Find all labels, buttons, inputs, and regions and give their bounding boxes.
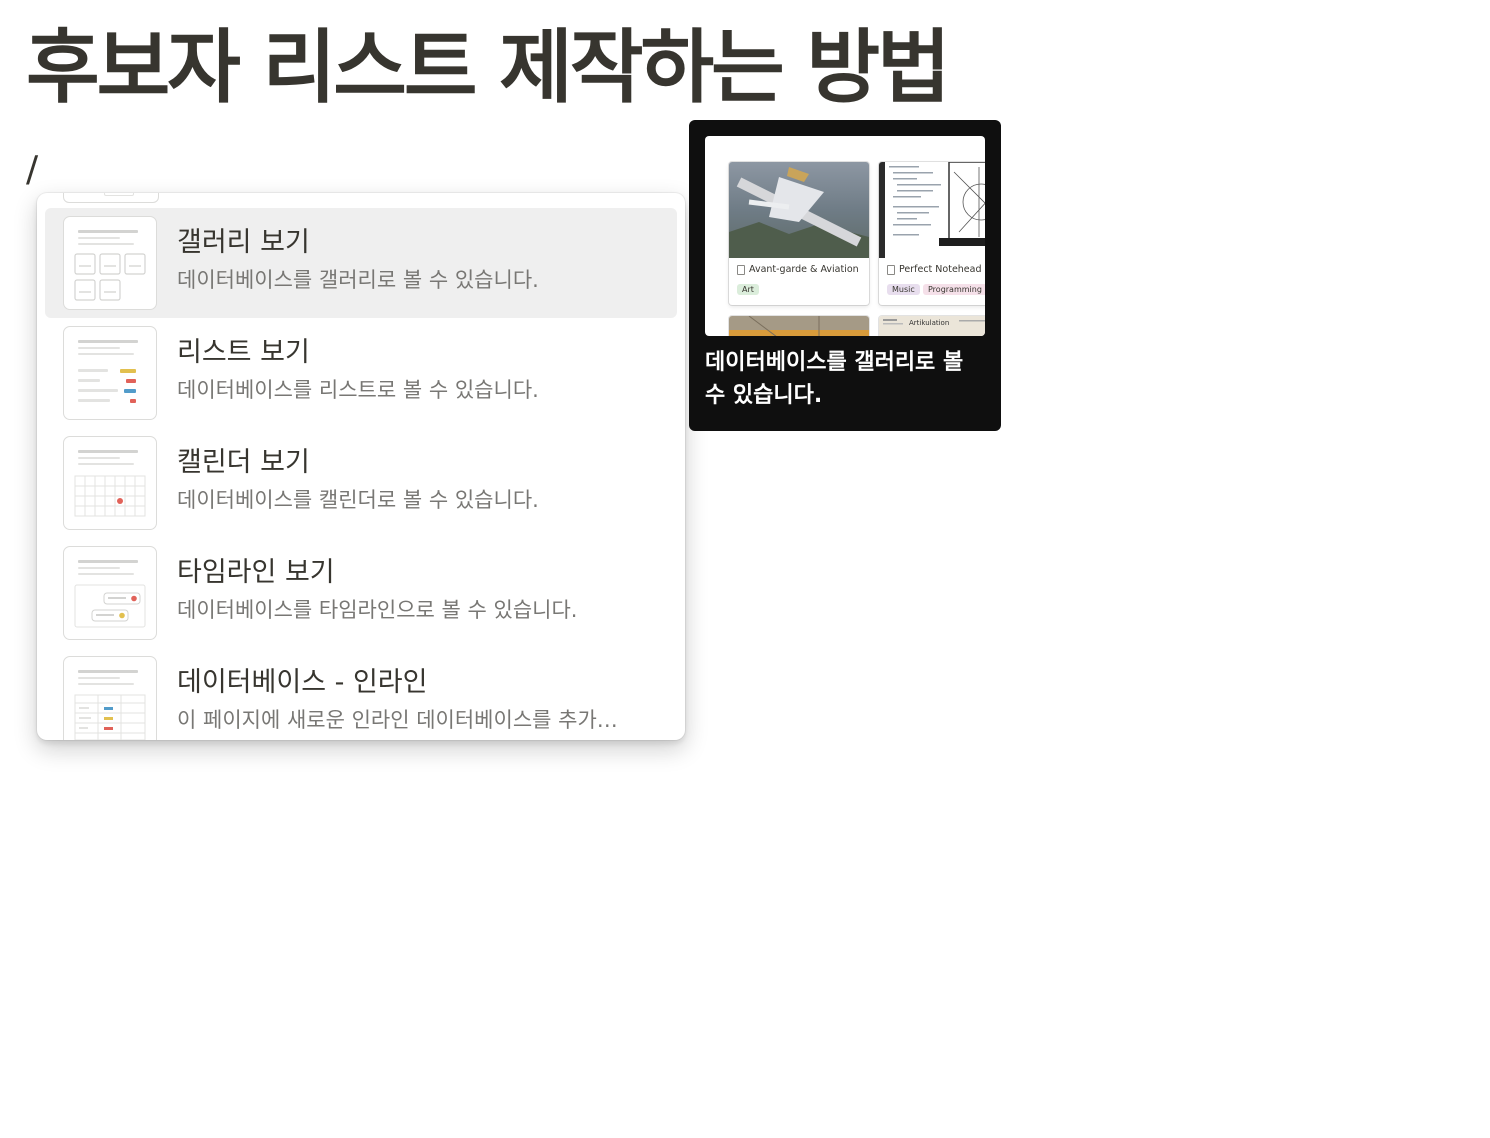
menu-item-calendar-view[interactable]: 캘린더 보기 데이터베이스를 캘린더로 볼 수 있습니다. (45, 428, 677, 538)
page-icon (887, 264, 895, 275)
gallery-card: Perfect Notehead Music Programming (879, 162, 985, 305)
aircraft-cover-image (729, 162, 869, 258)
menu-item-title: 리스트 보기 (177, 337, 310, 368)
menu-item-description: 데이터베이스를 리스트로 볼 수 있습니다. (177, 378, 539, 402)
card-title: Perfect Notehead (887, 264, 982, 275)
card-bottom-text: Artikulation (909, 319, 950, 327)
menu-item-description: 데이터베이스를 타임라인으로 볼 수 있습니다. (177, 598, 578, 622)
gallery-card-partial (729, 316, 869, 336)
code-editor-cover-image (879, 162, 985, 258)
page-title: 후보자 리스트 제작하는 방법 (26, 21, 951, 114)
gallery-card-partial: Artikulation (879, 316, 985, 336)
command-input[interactable]: / (26, 148, 38, 192)
calendar-view-icon (63, 436, 157, 530)
card-title: Avant-garde & Aviation (737, 264, 859, 275)
tag-music: Music (887, 284, 920, 295)
menu-item-title: 데이터베이스 - 인라인 (177, 667, 428, 698)
menu-item-description: 이 페이지에 새로운 인라인 데이터베이스를 추가… (177, 708, 618, 732)
menu-item-list-view[interactable]: 리스트 보기 데이터베이스를 리스트로 볼 수 있습니다. (45, 318, 677, 428)
menu-item-partial-thumbnail (63, 193, 159, 203)
tag-programming: Programming (923, 284, 985, 295)
gallery-view-icon (63, 216, 157, 310)
menu-item-title: 타임라인 보기 (177, 557, 335, 588)
slash-command-menu: 갤러리 보기 데이터베이스를 갤러리로 볼 수 있습니다. 리스트 보기 데이터… (37, 193, 685, 740)
menu-item-title: 갤러리 보기 (177, 227, 310, 258)
page-icon (737, 264, 745, 275)
menu-item-description: 데이터베이스를 갤러리로 볼 수 있습니다. (177, 268, 539, 292)
menu-item-title: 캘린더 보기 (177, 447, 310, 478)
timeline-view-icon (63, 546, 157, 640)
preview-tooltip: Avant-garde & Aviation Art Perfect Noteh… (689, 120, 1001, 431)
inline-database-icon (63, 656, 157, 740)
menu-item-gallery-view[interactable]: 갤러리 보기 데이터베이스를 갤러리로 볼 수 있습니다. (45, 208, 677, 318)
gallery-preview-image: Avant-garde & Aviation Art Perfect Noteh… (705, 136, 985, 336)
gallery-card: Avant-garde & Aviation Art (729, 162, 869, 305)
menu-item-inline-database[interactable]: 데이터베이스 - 인라인 이 페이지에 새로운 인라인 데이터베이스를 추가… (45, 648, 677, 740)
list-view-icon (63, 326, 157, 420)
menu-item-description: 데이터베이스를 캘린더로 볼 수 있습니다. (177, 488, 539, 512)
tag-art: Art (737, 284, 759, 295)
preview-description: 데이터베이스를 갤러리로 볼 수 있습니다. (705, 350, 964, 408)
menu-item-timeline-view[interactable]: 타임라인 보기 데이터베이스를 타임라인으로 볼 수 있습니다. (45, 538, 677, 648)
